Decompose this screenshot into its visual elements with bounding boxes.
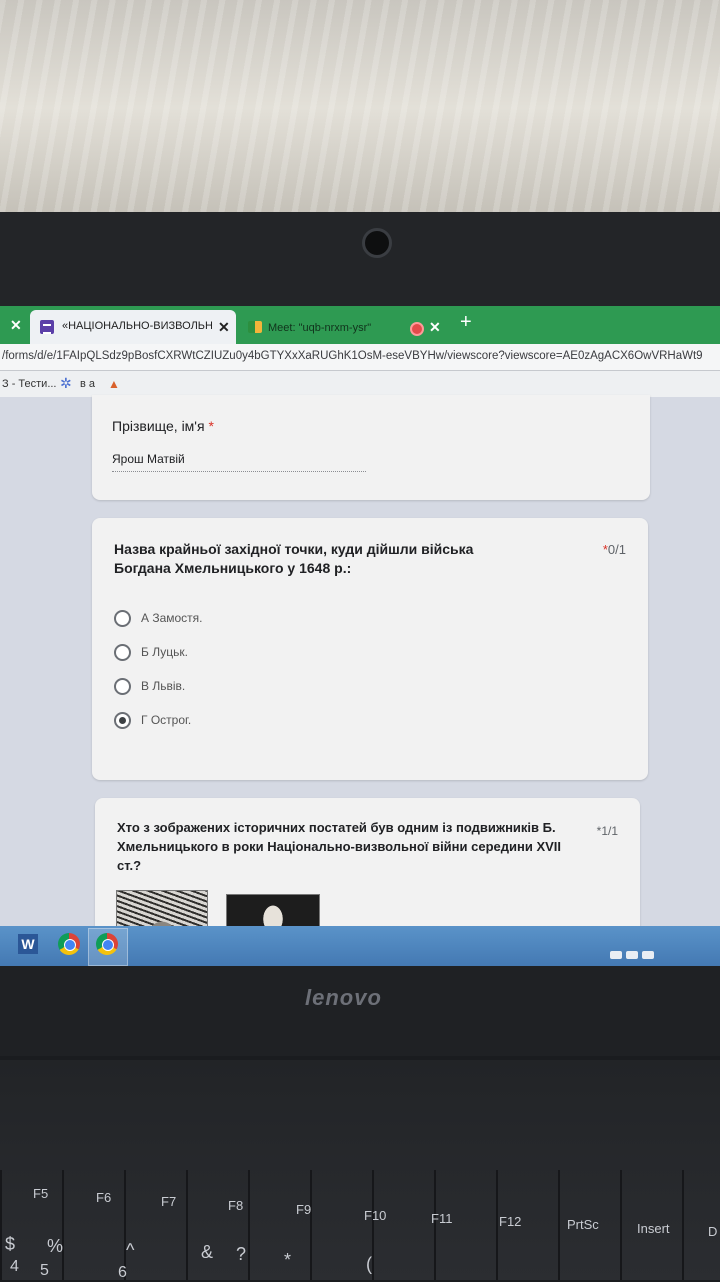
google-forms-icon	[40, 320, 54, 334]
recording-icon	[410, 322, 424, 336]
laptop-bottom-bezel	[0, 966, 720, 1056]
tab-title: «НАЦІОНАЛЬНО-ВИЗВОЛЬНА В	[62, 320, 212, 332]
new-tab-button[interactable]: +	[460, 311, 472, 334]
key-question: ?	[236, 1244, 247, 1264]
webcam	[362, 228, 392, 258]
tab-form[interactable]: «НАЦІОНАЛЬНО-ВИЗВОЛЬНА В ✕	[30, 310, 236, 344]
key-f12: F12	[499, 1214, 522, 1229]
bookmark-item[interactable]: З - Тести...	[2, 378, 57, 390]
key-gaps	[0, 1170, 720, 1280]
radio-button-selected[interactable]	[114, 712, 131, 729]
tray-icon[interactable]	[626, 951, 638, 959]
tray-icon[interactable]	[642, 951, 654, 959]
tab-close-button[interactable]: ✕	[429, 319, 441, 336]
key-f7: F7	[161, 1194, 177, 1209]
key-f8: F8	[228, 1198, 244, 1213]
background-curtain	[0, 0, 720, 240]
key-delete: D	[708, 1224, 718, 1239]
name-card: Прізвище, ім'я * Ярош Матвій	[92, 395, 650, 500]
option-label: А Замостя.	[141, 611, 203, 625]
brand-logo: lenovo	[305, 985, 382, 1010]
score-value: 1/1	[601, 824, 618, 838]
key-f6: F6	[96, 1190, 112, 1205]
bookmark-item[interactable]: в а	[80, 378, 95, 390]
warning-icon[interactable]: ▲	[108, 377, 120, 391]
option-label: Б Луцьк.	[141, 645, 188, 659]
question-card: Назва крайньої західної точки, куди дійш…	[92, 518, 648, 780]
key-percent: %	[47, 1236, 64, 1256]
address-bar[interactable]: /forms/d/e/1FAIpQLSdz9pBosfCXRWtCZIUZu0y…	[0, 344, 720, 371]
key-f5: F5	[33, 1186, 49, 1201]
tab-title: Meet: "uqb-nrxm-ysr"	[268, 322, 372, 334]
browser-tab-bar: ✕ «НАЦІОНАЛЬНО-ВИЗВОЛЬНА В ✕ Meet: "uqb-…	[0, 306, 720, 344]
url-text[interactable]: /forms/d/e/1FAIpQLSdz9pBosfCXRWtCZIUZu0y…	[2, 350, 703, 362]
key-4: 4	[10, 1258, 19, 1275]
key-caret: ^	[126, 1240, 135, 1260]
radio-button[interactable]	[114, 678, 131, 695]
question-title: Хто з зображених історичних постатей був…	[117, 820, 562, 873]
key-dollar: $	[5, 1234, 16, 1254]
key-f11: F11	[431, 1211, 453, 1226]
name-label: Прізвище, ім'я	[112, 418, 205, 434]
question-score: *1/1	[597, 824, 618, 838]
tab-close-button[interactable]: ✕	[218, 319, 230, 336]
tab-meet[interactable]: Meet: "uqb-nrxm-ysr" ✕	[240, 310, 450, 344]
required-mark: *	[208, 418, 214, 434]
key-prtsc: PrtSc	[567, 1217, 599, 1232]
radio-button[interactable]	[114, 610, 131, 627]
key-ampersand: &	[201, 1242, 214, 1262]
tray-icon[interactable]	[610, 951, 622, 959]
key-5: 5	[40, 1262, 49, 1279]
bookmarks-bar: З - Тести... ✲ в а ▲	[0, 371, 720, 397]
gear-icon[interactable]: ✲	[60, 375, 72, 392]
key-asterisk: *	[284, 1250, 292, 1270]
question-score: *0/1	[603, 542, 626, 557]
system-tray	[610, 946, 670, 959]
chrome-icon[interactable]	[58, 933, 80, 955]
key-paren: (	[366, 1254, 372, 1274]
key-6: 6	[118, 1264, 127, 1281]
question-title: Прізвище, ім'я *	[112, 418, 214, 434]
form-content: Прізвище, ім'я * Ярош Матвій Назва крайн…	[0, 395, 720, 972]
meet-icon	[248, 321, 262, 333]
radio-button[interactable]	[114, 644, 131, 661]
score-value: 0/1	[607, 542, 626, 557]
key-f10: F10	[364, 1208, 387, 1223]
answer-underline	[112, 471, 366, 472]
key-insert: Insert	[637, 1221, 670, 1236]
word-icon[interactable]: W	[18, 934, 38, 954]
close-icon[interactable]: ✕	[10, 317, 22, 334]
option-label: Г Острог.	[141, 713, 192, 727]
name-answer: Ярош Матвій	[112, 452, 185, 466]
windows-taskbar: W	[0, 926, 720, 966]
question-title: Назва крайньої західної точки, куди дійш…	[114, 541, 474, 576]
laptop-screen: ✕ «НАЦІОНАЛЬНО-ВИЗВОЛЬНА В ✕ Meet: "uqb-…	[0, 306, 720, 986]
chrome-icon[interactable]	[96, 933, 118, 955]
option-label: В Львів.	[141, 679, 186, 693]
key-f9: F9	[296, 1202, 312, 1217]
